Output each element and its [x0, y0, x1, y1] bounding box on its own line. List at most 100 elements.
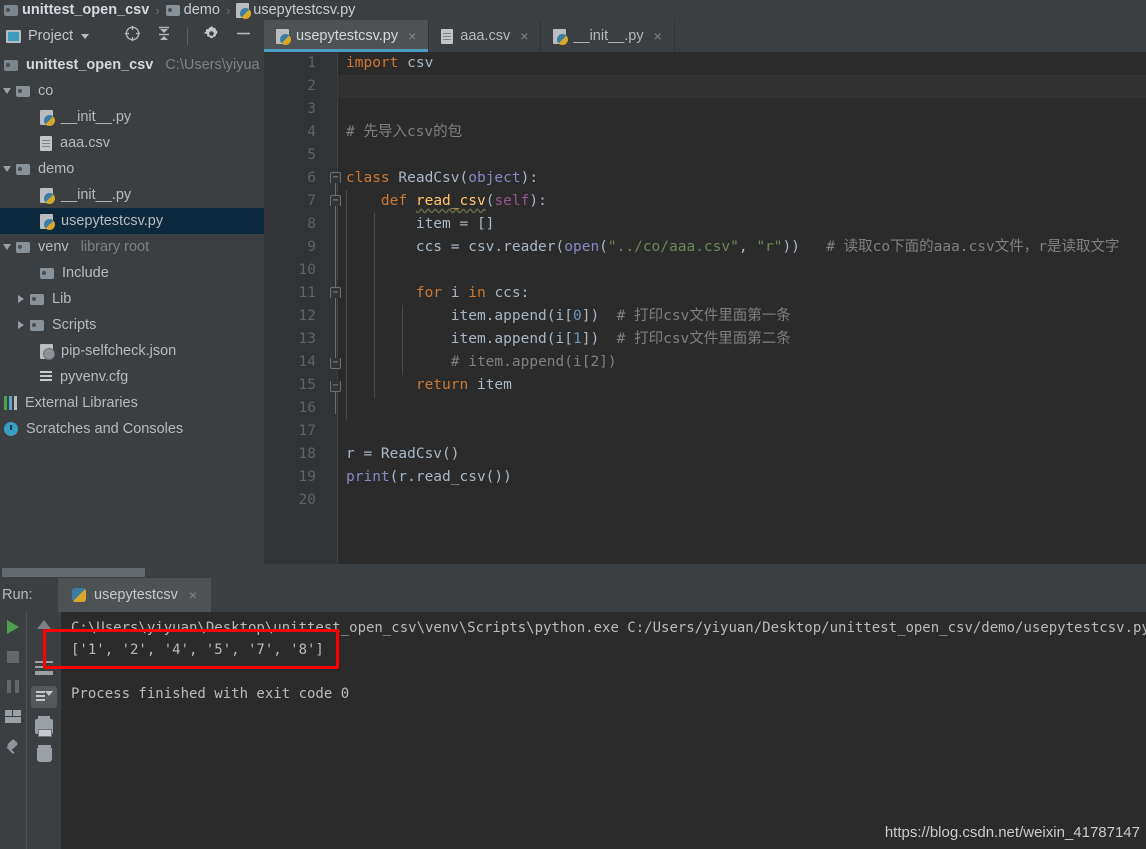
breadcrumb-label: demo: [183, 2, 220, 18]
console-line-status: Process finished with exit code 0: [71, 686, 350, 702]
run-tab-label: usepytestcsv: [94, 587, 178, 603]
tab-label: usepytestcsv.py: [296, 28, 399, 44]
code-line-11: for i in ccs:: [415, 285, 530, 301]
tree-node-usepytestcsv[interactable]: usepytestcsv.py: [0, 208, 264, 234]
run-tab-usepytestcsv[interactable]: usepytestcsv ×: [58, 578, 212, 612]
chevron-down-icon[interactable]: [3, 166, 11, 172]
code-line-12: item.append(i[0]) # 打印csv文件里面第一条: [346, 308, 791, 324]
scratches-icon: [4, 422, 18, 436]
pycharm-window: unittest_open_csv › demo › usepytestcsv.…: [0, 0, 1146, 849]
line-number: 5: [307, 147, 316, 163]
trash-icon[interactable]: [36, 745, 52, 762]
tree-node-label: Include: [62, 265, 109, 281]
tree-node-label: demo: [38, 161, 75, 177]
code-line-15: return item: [415, 377, 512, 393]
pin-icon[interactable]: [5, 740, 21, 756]
project-scrollbar-thumb[interactable]: [2, 568, 145, 577]
tree-node-pyvenv-cfg[interactable]: pyvenv.cfg: [0, 364, 264, 390]
close-icon[interactable]: ×: [654, 28, 662, 44]
tree-node-co-init[interactable]: __init__.py: [0, 104, 264, 130]
tree-node-label: External Libraries: [25, 395, 138, 411]
tree-node-label: unittest_open_csv: [26, 57, 154, 73]
python-file-icon: [40, 109, 55, 126]
code-line-8: item = []: [346, 216, 495, 232]
line-number: 1: [307, 55, 316, 71]
editor-tabbar: usepytestcsv.py × aaa.csv × __init__.py …: [264, 20, 1146, 52]
close-icon[interactable]: ×: [189, 587, 197, 603]
close-icon[interactable]: ×: [408, 28, 416, 44]
project-panel-toolbar: [124, 20, 252, 52]
hide-icon[interactable]: [235, 25, 252, 47]
chevron-right-icon[interactable]: [18, 321, 24, 329]
output-highlight-annotation: [43, 629, 339, 669]
breadcrumb-label: unittest_open_csv: [22, 2, 150, 18]
tree-node-co[interactable]: co: [0, 78, 264, 104]
layout-icon[interactable]: [5, 710, 21, 723]
tree-node-label: pip-selfcheck.json: [61, 343, 177, 359]
tree-node-scripts[interactable]: Scripts: [0, 312, 264, 338]
line-number: 18: [298, 446, 316, 462]
run-toolwindow-label: Run:: [2, 587, 33, 603]
tree-node-demo[interactable]: demo: [0, 156, 264, 182]
line-number: 12: [298, 308, 316, 324]
chevron-right-icon[interactable]: [18, 295, 24, 303]
tree-node-hint: library root: [80, 239, 150, 255]
tab-aaa-csv[interactable]: aaa.csv ×: [429, 20, 542, 52]
print-icon[interactable]: [35, 716, 53, 737]
breadcrumb-item-project[interactable]: unittest_open_csv: [4, 2, 149, 18]
cfg-file-icon: [40, 370, 52, 384]
json-file-icon: [40, 343, 55, 360]
tab-label: __init__.py: [573, 28, 644, 44]
up-arrow-icon[interactable]: [37, 620, 51, 629]
tree-node-aaa-csv[interactable]: aaa.csv: [0, 130, 264, 156]
tree-node-venv[interactable]: venv library root: [0, 234, 264, 260]
project-tree[interactable]: unittest_open_csv C:\Users\yiyua co __in…: [0, 52, 264, 564]
tree-node-pip-selfcheck[interactable]: pip-selfcheck.json: [0, 338, 264, 364]
folder-icon: [165, 4, 180, 16]
folder-icon: [16, 241, 30, 253]
tree-node-lib[interactable]: Lib: [0, 286, 264, 312]
chevron-down-icon[interactable]: [3, 244, 11, 250]
locate-icon[interactable]: [124, 25, 141, 47]
tab-init-py[interactable]: __init__.py ×: [541, 20, 675, 52]
breadcrumb-item-file[interactable]: usepytestcsv.py: [236, 2, 355, 19]
tab-usepytestcsv-py[interactable]: usepytestcsv.py ×: [264, 20, 430, 52]
gear-icon[interactable]: [203, 25, 220, 47]
chevron-down-icon[interactable]: [81, 33, 90, 39]
chevron-down-icon[interactable]: [3, 88, 11, 94]
code-line-7: def read_csv(self):: [380, 193, 547, 209]
line-number: 20: [298, 492, 316, 508]
code-line-6: class ReadCsv(object):: [346, 170, 539, 186]
tree-node-scratches[interactable]: Scratches and Consoles: [0, 416, 264, 442]
breadcrumb-item-demo[interactable]: demo: [165, 2, 220, 18]
run-toolbar-left: [0, 612, 26, 849]
stop-icon[interactable]: [7, 651, 19, 663]
scroll-to-end-icon[interactable]: [31, 686, 57, 708]
python-file-icon: [40, 213, 55, 230]
close-icon[interactable]: ×: [520, 28, 528, 44]
tree-node-unittest-open-csv[interactable]: unittest_open_csv C:\Users\yiyua: [0, 52, 264, 78]
code-line-13: item.append(i[1]) # 打印csv文件里面第二条: [346, 331, 791, 347]
line-number: 19: [298, 469, 316, 485]
tree-node-label: pyvenv.cfg: [60, 369, 129, 385]
code-line-14: # item.append(i[2]): [450, 354, 617, 370]
csv-file-icon: [441, 28, 454, 44]
python-file-icon: [40, 187, 55, 204]
pause-icon[interactable]: [7, 680, 19, 693]
code-editor[interactable]: 1 2 3 4 5 6 7 8 9 10 11 12 13 14 15 16 1…: [264, 52, 1146, 572]
code-line-1: import csv: [346, 55, 434, 71]
line-number: 6: [307, 170, 316, 186]
breadcrumb-separator: ›: [225, 2, 231, 18]
tree-node-demo-init[interactable]: __init__.py: [0, 182, 264, 208]
line-number: 7: [307, 193, 316, 209]
folder-icon: [30, 293, 44, 305]
code-line-9: ccs = csv.reader(open("../co/aaa.csv", "…: [346, 239, 1120, 255]
tree-node-external-libraries[interactable]: External Libraries: [0, 390, 264, 416]
line-number: 14: [298, 354, 316, 370]
watermark: https://blog.csdn.net/weixin_41787147: [884, 824, 1140, 841]
tree-node-include[interactable]: Include: [0, 260, 264, 286]
collapse-all-icon[interactable]: [156, 26, 172, 47]
rerun-icon[interactable]: [7, 620, 19, 634]
python-file-icon: [276, 28, 291, 45]
editor-text[interactable]: import csv # 先导入csv的包 class ReadCsv(obje…: [338, 52, 1146, 572]
